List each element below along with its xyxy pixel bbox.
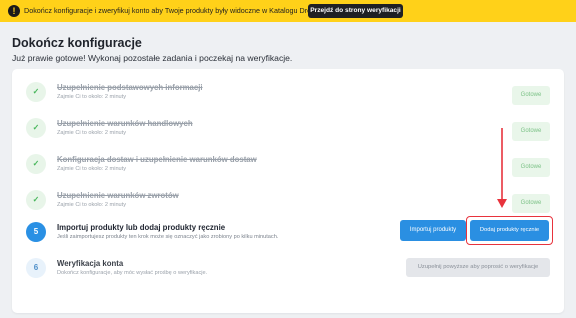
red-arrow-annotation bbox=[497, 128, 507, 208]
